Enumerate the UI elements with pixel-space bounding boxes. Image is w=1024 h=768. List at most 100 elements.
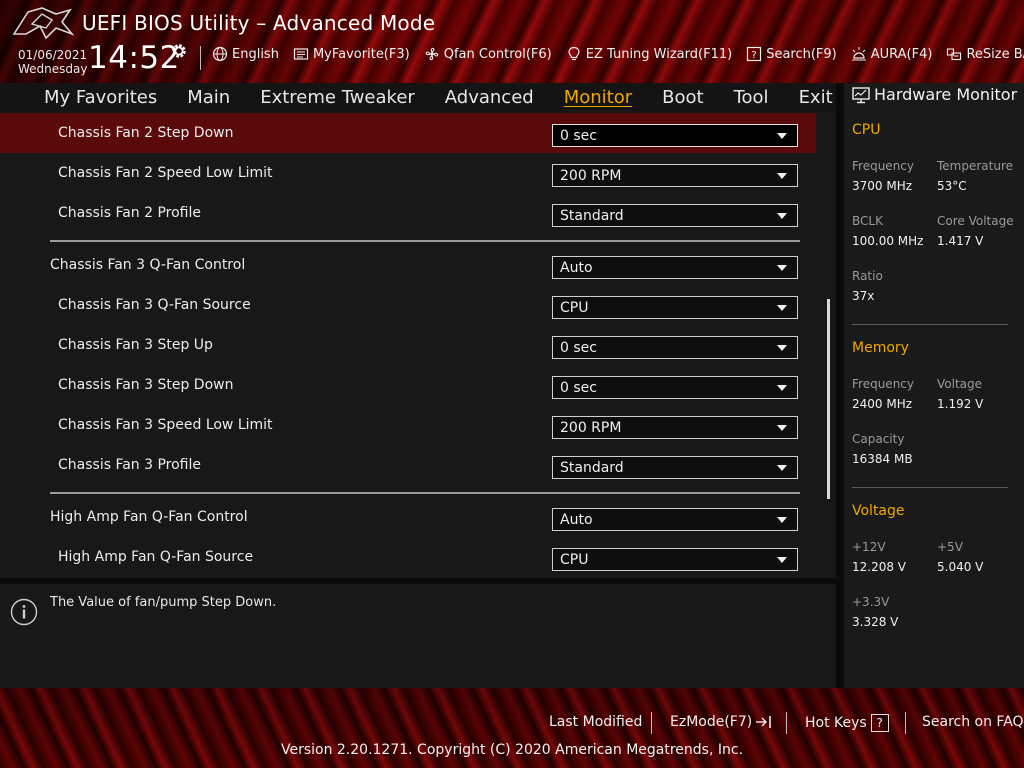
hardware-monitor-panel: Hardware Monitor CPU Frequency Temperatu…: [844, 83, 1024, 688]
aura-button[interactable]: AURA(F4): [851, 46, 933, 62]
setting-row-chassis-fan3-qfan-control[interactable]: Chassis Fan 3 Q-Fan Control Auto: [0, 245, 816, 285]
copyright-text: Version 2.20.1271. Copyright (C) 2020 Am…: [280, 742, 744, 758]
memory-frequency-label: Frequency: [852, 377, 914, 391]
header-separator: [200, 46, 201, 70]
search-button[interactable]: ? Search(F9): [746, 46, 837, 62]
header-toolbar: English MyFavorite(F3) Qfan Control(F6) …: [212, 46, 1024, 62]
chevron-down-icon: [777, 213, 787, 219]
setting-row-chassis-fan3-speed-low-limit[interactable]: Chassis Fan 3 Speed Low Limit 200 RPM: [0, 405, 816, 445]
hot-keys-label: Hot Keys: [805, 715, 867, 731]
footer-separator: [786, 712, 787, 734]
setting-row-chassis-fan3-profile[interactable]: Chassis Fan 3 Profile Standard: [0, 445, 816, 485]
question-box-icon: ?: [747, 46, 762, 62]
tab-main[interactable]: Main: [187, 87, 230, 108]
chevron-down-icon: [777, 265, 787, 271]
setting-dropdown[interactable]: 200 RPM: [552, 164, 798, 187]
tab-tool[interactable]: Tool: [734, 87, 769, 108]
tab-boot[interactable]: Boot: [662, 87, 703, 108]
myfavorite-button[interactable]: MyFavorite(F3): [293, 46, 410, 62]
setting-dropdown[interactable]: Auto: [552, 508, 798, 531]
chevron-down-icon: [777, 465, 787, 471]
dropdown-value: Standard: [560, 460, 624, 476]
v33-value: 3.328 V: [852, 615, 899, 629]
dropdown-value: 200 RPM: [560, 168, 622, 184]
tab-list: My Favorites Main Extreme Tweaker Advanc…: [44, 83, 863, 111]
setting-dropdown[interactable]: CPU: [552, 296, 798, 319]
gear-icon[interactable]: [170, 42, 188, 60]
search-label: Search(F9): [766, 46, 837, 62]
setting-dropdown[interactable]: Standard: [552, 456, 798, 479]
setting-row-chassis-fan3-step-down[interactable]: Chassis Fan 3 Step Down 0 sec: [0, 365, 816, 405]
qfan-control-label: Qfan Control(F6): [443, 46, 552, 62]
last-modified-button[interactable]: Last Modified: [549, 714, 642, 730]
chevron-down-icon: [777, 173, 787, 179]
setting-label: Chassis Fan 2 Step Down: [58, 125, 234, 141]
cpu-temperature-label: Temperature: [937, 159, 1014, 173]
date-text: 01/06/2021: [18, 48, 88, 62]
memory-voltage-label: Voltage: [937, 377, 983, 391]
search-faq-button[interactable]: Search on FAQ: [922, 714, 1024, 730]
rog-logo-icon: [12, 7, 74, 40]
resize-bar-button[interactable]: ReSize BAR: [946, 46, 1024, 62]
language-label: English: [232, 46, 279, 62]
section-divider: [50, 240, 800, 242]
chevron-down-icon: [777, 385, 787, 391]
cpu-temperature-value: 53°C: [937, 179, 967, 193]
setting-dropdown[interactable]: 0 sec: [552, 376, 798, 399]
exit-arrow-icon: [756, 716, 772, 728]
setting-dropdown[interactable]: Standard: [552, 204, 798, 227]
core-voltage-label: Core Voltage: [937, 214, 1014, 228]
setting-row-chassis-fan2-speed-low-limit[interactable]: Chassis Fan 2 Speed Low Limit 200 RPM: [0, 153, 816, 193]
setting-dropdown[interactable]: 200 RPM: [552, 416, 798, 439]
setting-dropdown[interactable]: 0 sec: [552, 336, 798, 359]
voltage-section-title: Voltage: [852, 503, 905, 519]
hw-divider: [852, 487, 1008, 488]
setting-label: Chassis Fan 3 Speed Low Limit: [58, 417, 273, 433]
time-display: 14:52: [88, 40, 180, 76]
bclk-label: BCLK: [852, 214, 883, 228]
ratio-label: Ratio: [852, 269, 883, 283]
setting-dropdown[interactable]: 0 sec: [552, 124, 798, 147]
aura-label: AURA(F4): [870, 46, 933, 62]
tab-my-favorites[interactable]: My Favorites: [44, 87, 157, 108]
setting-row-chassis-fan2-step-down[interactable]: Chassis Fan 2 Step Down 0 sec: [0, 113, 816, 153]
chevron-down-icon: [777, 345, 787, 351]
setting-label: Chassis Fan 3 Profile: [58, 457, 202, 473]
footer-bar: Last Modified EzMode(F7) Hot Keys ? Sear…: [0, 688, 1024, 768]
ez-tuning-wizard-button[interactable]: EZ Tuning Wizard(F11): [566, 46, 732, 62]
hot-keys-button[interactable]: Hot Keys ?: [805, 714, 889, 732]
footer-separator: [905, 712, 906, 734]
tab-exit[interactable]: Exit: [799, 87, 833, 108]
setting-label: High Amp Fan Q-Fan Source: [58, 549, 254, 565]
v5-label: +5V: [937, 540, 963, 554]
setting-row-chassis-fan3-qfan-source[interactable]: Chassis Fan 3 Q-Fan Source CPU: [0, 285, 816, 325]
dropdown-value: CPU: [560, 552, 589, 568]
settings-scrollbar[interactable]: [827, 299, 830, 499]
memory-section-title: Memory: [852, 340, 909, 356]
dropdown-value: 0 sec: [560, 340, 597, 356]
cpu-section-title: CPU: [852, 122, 881, 138]
setting-row-high-amp-fan-qfan-control[interactable]: High Amp Fan Q-Fan Control Auto: [0, 497, 816, 537]
chevron-down-icon: [777, 425, 787, 431]
help-panel: The Value of fan/pump Step Down.: [0, 584, 836, 688]
dropdown-value: Auto: [560, 512, 593, 528]
resize-bar-icon: [947, 48, 962, 61]
monitor-icon: [852, 86, 870, 103]
core-voltage-value: 1.417 V: [937, 234, 984, 248]
setting-row-chassis-fan2-profile[interactable]: Chassis Fan 2 Profile Standard: [0, 193, 816, 233]
setting-dropdown[interactable]: Auto: [552, 256, 798, 279]
resize-bar-label: ReSize BAR: [966, 46, 1024, 62]
top-header: UEFI BIOS Utility – Advanced Mode 01/06/…: [0, 0, 1024, 83]
setting-row-high-amp-fan-qfan-source[interactable]: High Amp Fan Q-Fan Source CPU: [0, 537, 816, 577]
language-button[interactable]: English: [212, 46, 279, 62]
globe-icon: [212, 46, 228, 62]
tab-advanced[interactable]: Advanced: [445, 87, 534, 108]
setting-row-chassis-fan3-step-up[interactable]: Chassis Fan 3 Step Up 0 sec: [0, 325, 816, 365]
ezmode-button[interactable]: EzMode(F7): [670, 714, 774, 730]
setting-dropdown[interactable]: CPU: [552, 548, 798, 571]
tab-extreme-tweaker[interactable]: Extreme Tweaker: [260, 87, 415, 108]
tab-monitor[interactable]: Monitor: [564, 87, 632, 108]
dropdown-value: Standard: [560, 208, 624, 224]
qfan-control-button[interactable]: Qfan Control(F6): [424, 46, 552, 62]
ratio-value: 37x: [852, 289, 875, 303]
